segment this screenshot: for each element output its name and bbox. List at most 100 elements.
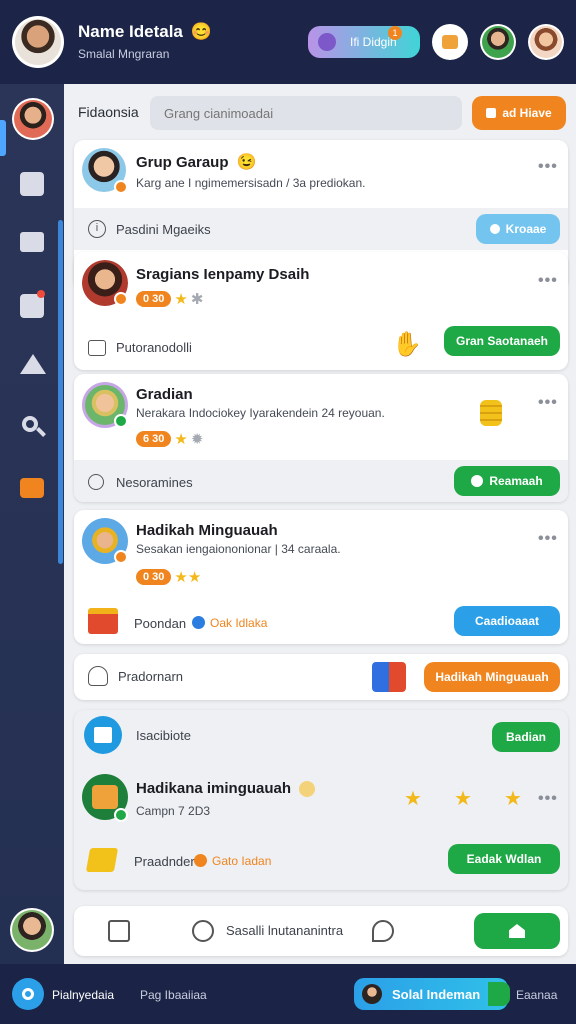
cta-arrow-icon[interactable] (488, 982, 510, 1006)
shield-icon (489, 224, 500, 234)
home-icon (509, 924, 525, 938)
challenge-header-label: Isacibiote (136, 728, 191, 743)
card-title: Hadikah Minguauah (136, 522, 278, 539)
cheese-icon (85, 848, 119, 872)
more-icon[interactable]: ••• (538, 530, 558, 548)
status-pill-button[interactable]: Ifi Didgih 1 (308, 26, 420, 58)
star-icon: ★ (174, 291, 188, 308)
star-icon: ★ (504, 788, 522, 810)
user-name: Name Idetala (78, 22, 183, 41)
status-pill-badge: 1 (388, 26, 402, 40)
bottom-middle-label[interactable]: Pag Ibaaiiaa (140, 988, 207, 1002)
card-footer-button[interactable]: Kroaae (476, 214, 560, 244)
cta-avatar (362, 984, 382, 1004)
card-footer-button[interactable]: Gran Saotanaeh (444, 326, 560, 356)
tab-bar: Sasalli lnutananintra (74, 906, 568, 956)
tab-home-button[interactable] (474, 913, 560, 949)
sidebar-bottom-avatar[interactable] (10, 908, 54, 952)
tab-middle-label[interactable]: Sasalli lnutananintra (226, 923, 343, 938)
emoji-icon: 😊 (190, 22, 213, 41)
promo-label: Pradornarn (118, 669, 184, 684)
star-icon: ★ (454, 788, 472, 810)
coin-stack-icon (299, 780, 316, 797)
coin-icon (192, 616, 205, 629)
star-empty-icon: ✱ (190, 291, 204, 308)
basket-icon[interactable] (432, 24, 468, 60)
card-footer-button[interactable]: Caadioaaat (454, 606, 560, 636)
card-desc: Nerakara Indociokey Iyarakendein 24 reyo… (136, 406, 385, 420)
tab-stethoscope-icon[interactable] (372, 920, 394, 942)
card-icon[interactable] (20, 232, 44, 252)
group-card[interactable]: Hadikah Minguauah Sesakan iengaiononiona… (74, 510, 568, 644)
rank-badge (114, 292, 128, 306)
warning-icon[interactable] (20, 354, 46, 374)
check-icon (471, 475, 484, 487)
card-footer-label: Pasdini Mgaeiks (116, 222, 211, 237)
star-icon: ★ (404, 788, 422, 810)
score-pill: 0 30 (136, 569, 172, 585)
more-icon[interactable]: ••• (538, 158, 558, 176)
promo-button[interactable]: Hadikah Minguauah (424, 662, 560, 692)
user-subtitle: Smalal Mngraran (78, 47, 170, 61)
document-icon (84, 716, 122, 754)
sidebar (0, 84, 64, 964)
sidebar-avatar[interactable] (12, 98, 54, 140)
card-footer-link[interactable]: Oak Idlaka (210, 616, 267, 630)
tab-compass-icon[interactable] (192, 920, 214, 942)
info-icon: i (88, 220, 106, 238)
chat-icon (318, 33, 336, 51)
more-icon[interactable]: ••• (538, 394, 558, 412)
location-icon[interactable] (12, 978, 44, 1010)
lock-icon (486, 108, 497, 118)
search-input[interactable] (150, 96, 462, 130)
friend-avatar[interactable] (480, 24, 516, 60)
gear-icon: ✹ (190, 431, 204, 448)
add-button[interactable]: ad Hiave (472, 96, 566, 130)
bottom-left-label[interactable]: Pialnyedaia (52, 988, 114, 1002)
present-icon (372, 662, 406, 692)
card-title: Grup Garaup (136, 153, 229, 171)
promo-row[interactable]: Pradornarn Hadikah Minguauah (74, 654, 568, 700)
inbox-icon[interactable] (20, 478, 44, 498)
wave-hand-icon: ✋ (392, 331, 422, 358)
rank-badge (114, 550, 128, 564)
upload-icon (88, 666, 108, 686)
search-left-label: Fidaonsia (78, 104, 139, 120)
gift-icon (88, 608, 118, 634)
refresh-icon (88, 474, 104, 490)
home-outline-icon (88, 340, 106, 356)
tab-layout-icon[interactable] (108, 920, 130, 942)
more-icon[interactable]: ••• (538, 272, 558, 290)
star-icon: ★ (174, 431, 188, 448)
girl-avatar[interactable] (528, 24, 564, 60)
card-desc: Karg ane I ngimemersisadn / 3a prediokan… (136, 176, 366, 190)
wink-icon: 😉 (236, 154, 257, 171)
card-footer-label: Putoranodolli (116, 340, 192, 355)
social-cta-button[interactable]: Solal Indeman (354, 978, 508, 1010)
card-footer-label: Poondan (134, 616, 187, 631)
score-pill: 0 30 (136, 291, 172, 307)
main-panel: Fidaonsia ad Hiave Grup Garaup 😉 Karg an… (64, 84, 576, 964)
bottom-bar: Pialnyedaia Pag Ibaaiiaa Solal Indeman E… (0, 964, 576, 1024)
more-icon[interactable]: ••• (538, 790, 558, 808)
group-card[interactable]: Sragians Ienpamy Dsaih 0 30 ★ ✱ ••• Puto… (74, 252, 568, 370)
card-desc: Sesakan iengaiononionar | 34 caraala. (136, 542, 341, 556)
challenge-header-button[interactable]: Badian (492, 722, 560, 752)
search-icon-handle (36, 427, 46, 437)
top-bar: Name Idetala 😊 Smalal Mngraran Ifi Didgi… (0, 0, 576, 84)
challenge-footer-link[interactable]: Gato Iadan (212, 854, 271, 868)
score-pill: 6 30 (136, 431, 172, 447)
challenge-card[interactable]: Isacibiote Badian Hadikana iminguauah Ca… (74, 710, 568, 890)
profile-avatar[interactable] (12, 16, 64, 68)
challenge-footer-label: Praadnder (134, 854, 195, 869)
checklist-icon[interactable] (20, 172, 44, 196)
rank-badge (114, 414, 128, 428)
group-card[interactable]: Gradian Nerakara Indociokey Iyarakendein… (74, 374, 568, 502)
card-footer-button[interactable]: Reamaah (454, 466, 560, 496)
rank-badge (114, 180, 128, 194)
coins-icon (480, 400, 502, 426)
card-title: Sragians Ienpamy Dsaih (136, 266, 310, 283)
card-title: Gradian (136, 386, 193, 403)
bottom-right-label[interactable]: Eaanaa (516, 988, 557, 1002)
challenge-footer-button[interactable]: Eadak Wdlan (448, 844, 560, 874)
